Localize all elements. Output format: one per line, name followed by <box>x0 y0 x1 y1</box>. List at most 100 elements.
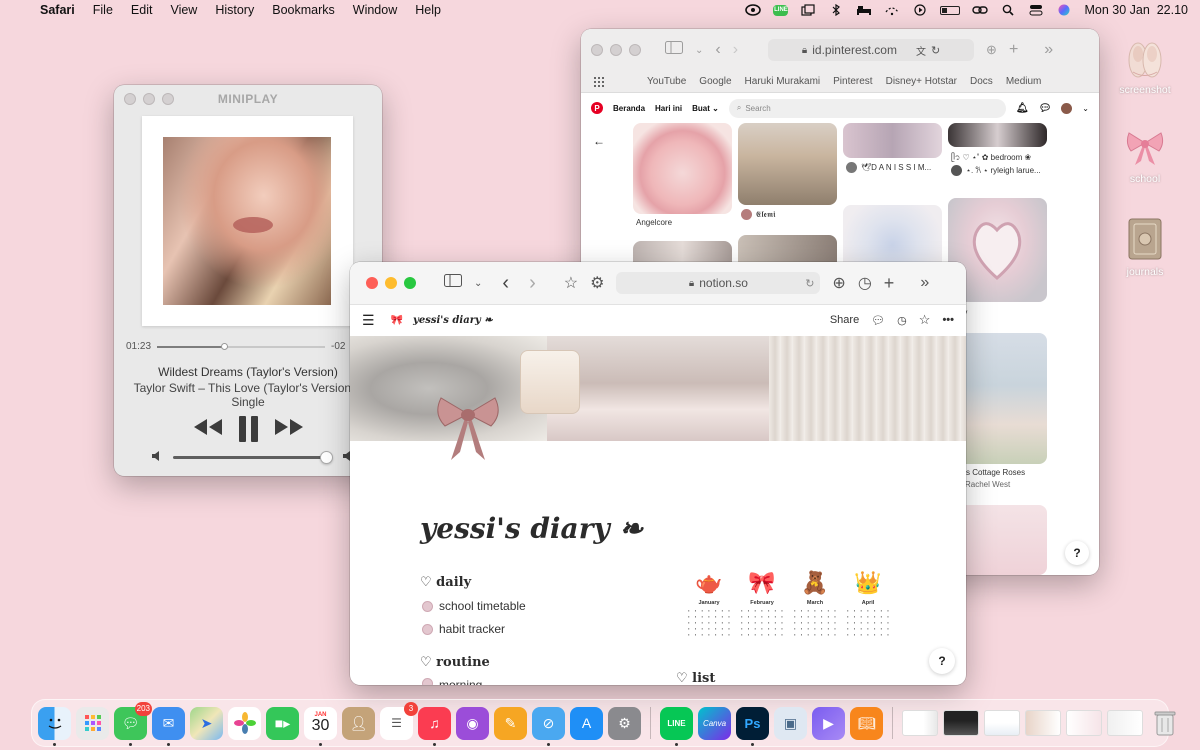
dock-app-store[interactable]: A <box>570 706 603 740</box>
close-button[interactable] <box>591 44 603 56</box>
pin-user-row[interactable]: 🕊D A N I S S I M... <box>846 162 931 173</box>
minimize-button[interactable] <box>385 277 397 289</box>
dock-minimized-window[interactable] <box>943 710 979 736</box>
page-title[interactable]: yessi's diary ❧ <box>420 512 643 545</box>
dock-photoshop[interactable]: Ps <box>736 706 769 746</box>
messages-icon[interactable]: 💬︎ <box>1039 103 1052 114</box>
bookmark-pinterest[interactable]: Pinterest <box>833 76 872 87</box>
address-bar[interactable]: 🔒︎ notion.so ↻ <box>616 272 821 294</box>
help-button[interactable]: ? <box>1065 541 1089 565</box>
chevron-down-icon[interactable]: ⌄ <box>695 45 703 56</box>
pin-image[interactable] <box>956 505 1047 575</box>
back-arrow-icon[interactable]: ‹ <box>502 272 509 295</box>
bell-icon[interactable]: 🔔︎ <box>1016 103 1029 114</box>
dock-books[interactable]: 📖︎ <box>850 706 883 740</box>
dock-minimized-window[interactable] <box>1066 710 1102 736</box>
forward-arrow-icon[interactable]: › <box>733 41 738 59</box>
gear-icon[interactable]: ⚙ <box>590 273 604 293</box>
nav-today[interactable]: Hari ini <box>655 104 682 113</box>
list-item[interactable]: school timetable <box>422 599 526 613</box>
menu-file[interactable]: File <box>84 3 122 17</box>
menu-help[interactable]: Help <box>406 3 450 17</box>
rewind-icon[interactable] <box>193 416 223 442</box>
menu-app-safari[interactable]: Safari <box>36 3 84 17</box>
bookmark-google[interactable]: Google <box>699 76 731 87</box>
line-status-icon[interactable]: LINE <box>773 4 789 16</box>
dock-finder[interactable] <box>38 706 71 746</box>
reload-icon[interactable]: ↻ <box>805 277 814 290</box>
bluetooth-icon[interactable] <box>828 4 844 16</box>
pinterest-search-input[interactable]: ⌕ Search <box>728 98 1006 118</box>
back-button[interactable]: ← <box>589 131 609 151</box>
pause-icon[interactable] <box>238 416 258 442</box>
back-arrow-icon[interactable]: ‹ <box>715 41 720 59</box>
grid-icon[interactable] <box>594 76 604 87</box>
dock-line[interactable]: LINE <box>660 706 693 746</box>
zoom-button[interactable] <box>629 44 641 56</box>
link-icon[interactable] <box>972 4 989 16</box>
bookmark-haruki[interactable]: Haruki Murakami <box>745 76 821 87</box>
calendar-card[interactable]: 🧸 March ▪ ▪ ▪ ▪ ▪ ▪ ▪ ▪ ▪ ▪ ▪ ▪ ▪ ▪ ▪ ▪ ▪ ▪ ▪ ▪ ▪ ▪ ▪ ▪ ▪ ▪ ▪ ▪ ▪ ▪ ▪ ▪ ▪ ▪… <box>792 569 838 637</box>
battery-icon[interactable] <box>940 5 961 15</box>
desktop-folder-school[interactable]: school <box>1110 125 1180 185</box>
account-chevron-icon[interactable]: ⌄ <box>1082 104 1089 113</box>
dock-reminders[interactable]: ☰ 3 <box>380 701 418 740</box>
bookmark-youtube[interactable]: YouTube <box>647 76 686 87</box>
more-options-icon[interactable]: ••• <box>942 314 954 326</box>
favorite-star-icon[interactable]: ☆ <box>919 312 931 328</box>
chevron-down-icon[interactable]: ⌄ <box>474 278 482 289</box>
dock-pages[interactable]: ✎ <box>494 706 527 740</box>
dock-system-preferences[interactable]: ⚙ <box>608 706 641 740</box>
forward-arrow-icon[interactable]: › <box>529 272 536 295</box>
dock-messages[interactable]: 💬︎ 203 <box>114 701 152 746</box>
list-item[interactable]: habit tracker <box>422 622 505 636</box>
pin-cottage-house[interactable] <box>738 123 837 205</box>
sidebar-toggle-icon[interactable] <box>665 41 683 59</box>
playback-scrubber-handle[interactable] <box>221 342 229 350</box>
nav-create[interactable]: Buat ⌄ <box>692 104 719 113</box>
menu-window[interactable]: Window <box>344 3 406 17</box>
pin-cottage-roses[interactable] <box>956 333 1047 464</box>
desktop-folder-journals[interactable]: journals <box>1110 216 1180 278</box>
star-icon[interactable]: ☆ <box>564 273 578 293</box>
fast-forward-icon[interactable] <box>274 416 304 442</box>
page-icon-bow[interactable] <box>435 392 501 464</box>
bed-icon[interactable] <box>856 4 872 16</box>
tab-overview-icon[interactable]: » <box>1044 41 1053 59</box>
menu-hamburger-icon[interactable]: ☰ <box>362 312 375 329</box>
pin-user-row[interactable]: 𝕰𝖑𝖊𝖒𝖎 <box>741 209 775 220</box>
wifi-dots-icon[interactable] <box>884 4 900 16</box>
menubar-clock[interactable]: Mon 30 Jan 22.10 <box>1084 3 1188 17</box>
dock-minimized-window[interactable] <box>1025 710 1061 736</box>
window-stack-icon[interactable] <box>800 4 816 16</box>
dock-minimized-window[interactable] <box>1107 710 1143 736</box>
share-button[interactable]: Share <box>830 314 859 326</box>
pin-user-row[interactable]: ⋆. 𐙚 ⋆ ryleigh larue... <box>951 165 1041 176</box>
reload-icon[interactable]: ↻ <box>931 44 940 57</box>
dock-preview[interactable]: ▣ <box>774 706 807 740</box>
bookmark-medium[interactable]: Medium <box>1006 76 1042 87</box>
dock-safari[interactable]: ⊘ <box>532 706 565 746</box>
minimize-button[interactable] <box>610 44 622 56</box>
dock-calendar[interactable]: JAN 30 <box>304 706 337 746</box>
menu-edit[interactable]: Edit <box>122 3 162 17</box>
dock-contacts[interactable]: 👤︎ <box>342 706 375 740</box>
control-center-icon[interactable] <box>1028 4 1044 16</box>
dock-maps[interactable]: ➤ <box>190 706 223 740</box>
new-tab-icon[interactable]: + <box>1009 41 1018 59</box>
menu-view[interactable]: View <box>161 3 206 17</box>
dock-canva[interactable]: Canva <box>698 706 731 740</box>
spotlight-search-icon[interactable] <box>1000 4 1016 16</box>
play-circle-icon[interactable] <box>912 4 928 16</box>
tab-overview-icon[interactable]: » <box>920 274 929 292</box>
dock-trash[interactable] <box>1148 707 1181 740</box>
dock-mail[interactable]: ✉ <box>152 706 185 746</box>
dock-minimized-window[interactable] <box>902 710 938 736</box>
dock-minimized-window[interactable] <box>984 710 1020 736</box>
help-button[interactable]: ? <box>929 648 955 674</box>
new-tab-icon[interactable]: + <box>884 273 895 294</box>
creative-cloud-icon[interactable] <box>745 4 762 16</box>
avatar[interactable] <box>1061 102 1073 114</box>
pin-image[interactable] <box>843 123 942 158</box>
comment-icon[interactable]: 💬︎ <box>871 314 885 327</box>
